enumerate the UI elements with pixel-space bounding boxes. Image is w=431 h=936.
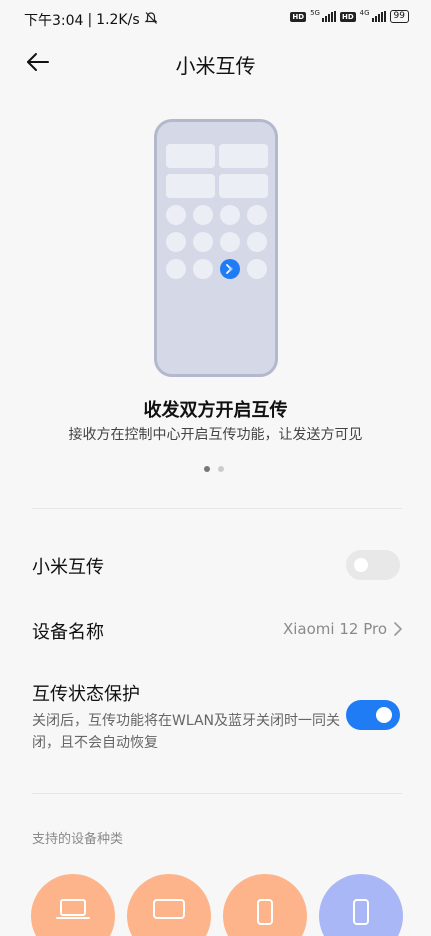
hero-title: 收发双方开启互传 [143, 400, 288, 421]
phone-icon [257, 899, 273, 925]
carousel-pager [204, 466, 224, 472]
bell-off-icon [144, 11, 158, 29]
phone-illustration [154, 119, 278, 377]
signal-icon-2 [371, 11, 386, 22]
illustration-dot [166, 259, 186, 279]
device-type-phone [223, 874, 307, 936]
divider [32, 508, 402, 509]
pager-dot[interactable] [218, 466, 224, 472]
top-bar: 小米互传 [0, 36, 431, 88]
status-bar: 下午3:04 | 1.2K/s HD 5G HD 4G 99 [0, 0, 431, 36]
chevron-right-icon [394, 622, 402, 636]
illustration-tile [219, 144, 268, 168]
hero-subtitle: 接收方在控制中心开启互传功能，让发送方可见 [68, 427, 363, 443]
illustration-tile [166, 144, 215, 168]
mi-share-label: 小米互传 [32, 557, 104, 578]
mi-share-toggle[interactable] [346, 550, 400, 580]
laptop-icon [56, 899, 90, 919]
hd-badge-2: HD [339, 11, 356, 22]
illustration-dot [193, 205, 213, 225]
page-title: 小米互传 [175, 54, 256, 78]
illustration-dot [247, 232, 267, 252]
illustration-dot [247, 259, 267, 279]
device-name-value: Xiaomi 12 Pro [282, 620, 387, 638]
pager-dot-active[interactable] [204, 466, 210, 472]
device-name-label: 设备名称 [32, 622, 104, 643]
illustration-dot [193, 259, 213, 279]
tablet-icon [153, 899, 185, 919]
illustration-dot [220, 205, 240, 225]
illustration-dot [166, 205, 186, 225]
illustration-dot [166, 232, 186, 252]
illustration-tile [219, 174, 268, 198]
status-protect-label: 互传状态保护 [32, 684, 140, 705]
divider [32, 793, 402, 794]
status-speed: 1.2K/s [96, 12, 140, 28]
status-time: 下午3:04 [24, 13, 84, 29]
illustration-dot [220, 232, 240, 252]
illustration-dot [193, 232, 213, 252]
phone-icon [353, 899, 369, 925]
status-protect-description: 关闭后，互传功能将在WLAN及蓝牙关闭时一同关闭，且不会自动恢复 [32, 713, 341, 751]
status-protect-toggle[interactable] [346, 700, 400, 730]
battery-icon: 99 [389, 10, 409, 23]
toggle-knob [376, 707, 392, 723]
illustration-dot [247, 205, 267, 225]
toggle-knob [354, 558, 368, 572]
illustration-tile [166, 174, 215, 198]
hd-badge: HD [290, 11, 307, 22]
signal-icon [321, 11, 336, 22]
network-type-2: 4G [359, 8, 370, 17]
device-name-row[interactable]: Xiaomi 12 Pro [283, 620, 403, 638]
network-type-1: 5G [310, 8, 320, 17]
device-type-laptop [31, 874, 115, 936]
device-type-tablet [127, 874, 211, 936]
supported-devices-label: 支持的设备种类 [32, 832, 124, 847]
mi-share-icon [220, 259, 240, 279]
device-type-phone-alt [319, 874, 403, 936]
